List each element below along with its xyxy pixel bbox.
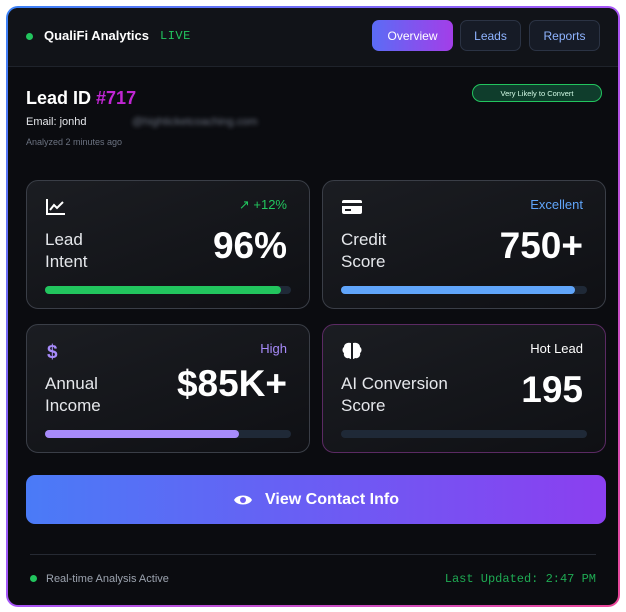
eye-icon	[234, 495, 253, 504]
card-credit-score: Excellent Credit Score 750+	[322, 180, 606, 309]
credit-value: 750+	[499, 225, 583, 266]
tab-overview[interactable]: Overview	[372, 20, 453, 51]
status-dot	[30, 575, 37, 582]
lead-id-heading: Lead ID #717	[26, 88, 136, 109]
intent-progress-track	[45, 286, 291, 294]
ai-label-line1: AI Conversion	[341, 374, 448, 393]
chart-line-icon	[46, 199, 65, 215]
analysis-status: Real-time Analysis Active	[46, 573, 169, 585]
credit-card-icon	[342, 200, 362, 214]
intent-label: Lead Intent	[45, 229, 88, 273]
ai-progress-track	[341, 430, 587, 438]
card-ai-conversion: Hot Lead AI Conversion Score 195	[322, 324, 606, 453]
svg-text:$: $	[47, 342, 58, 361]
income-progress-fill	[45, 430, 240, 438]
intent-change-badge: ↗ +12%	[238, 197, 287, 212]
brand-title: QualiFi Analytics	[44, 28, 149, 43]
income-value: $85K+	[176, 363, 287, 404]
intent-progress-fill	[45, 286, 282, 294]
brain-icon	[342, 342, 362, 359]
hot-lead-badge: Hot Lead	[530, 341, 583, 356]
intent-value: 96%	[212, 225, 287, 266]
ai-label: AI Conversion Score	[341, 373, 448, 417]
card-lead-intent: ↗ +12% Lead Intent 96%	[26, 180, 310, 309]
lead-id-value: #717	[96, 88, 137, 108]
income-progress-track	[45, 430, 291, 438]
ai-value: 195	[521, 369, 583, 410]
conversion-likelihood-badge: Very Likely to Convert	[472, 84, 602, 102]
app-frame: QualiFi Analytics LIVE Overview Leads Re…	[6, 6, 620, 607]
view-contact-info-button[interactable]: View Contact Info	[26, 475, 606, 524]
credit-rating-badge: Excellent	[530, 197, 583, 212]
lead-email-domain-blurred: @highticketcoaching.com	[132, 116, 258, 128]
credit-label: Credit Score	[341, 229, 386, 273]
income-label: Annual Income	[45, 373, 101, 417]
header: QualiFi Analytics LIVE Overview Leads Re…	[8, 8, 618, 67]
income-level-badge: High	[260, 341, 287, 356]
card-annual-income: $ High Annual Income $85K+	[26, 324, 310, 453]
view-contact-info-label: View Contact Info	[265, 490, 399, 508]
ai-label-line2: Score	[341, 396, 386, 415]
credit-label-line2: Score	[341, 252, 386, 271]
credit-progress-track	[341, 286, 587, 294]
tab-reports[interactable]: Reports	[529, 20, 600, 51]
last-updated: Last Updated: 2:47 PM	[444, 572, 596, 586]
app-window: QualiFi Analytics LIVE Overview Leads Re…	[8, 8, 618, 605]
income-label-line1: Annual	[45, 374, 98, 393]
credit-progress-fill	[341, 286, 575, 294]
live-label: LIVE	[160, 29, 191, 43]
income-label-line2: Income	[45, 396, 101, 415]
tab-leads[interactable]: Leads	[460, 20, 521, 51]
analyzed-time: Analyzed 2 minutes ago	[26, 137, 123, 147]
intent-label-line1: Lead	[45, 230, 83, 249]
dollar-icon: $	[47, 342, 58, 361]
intent-label-line2: Intent	[45, 252, 88, 271]
lead-id-label: Lead ID	[26, 88, 92, 108]
live-indicator-dot	[26, 33, 33, 40]
footer-divider	[30, 554, 596, 555]
lead-email: Email: jonhd	[26, 116, 87, 128]
credit-label-line1: Credit	[341, 230, 387, 249]
